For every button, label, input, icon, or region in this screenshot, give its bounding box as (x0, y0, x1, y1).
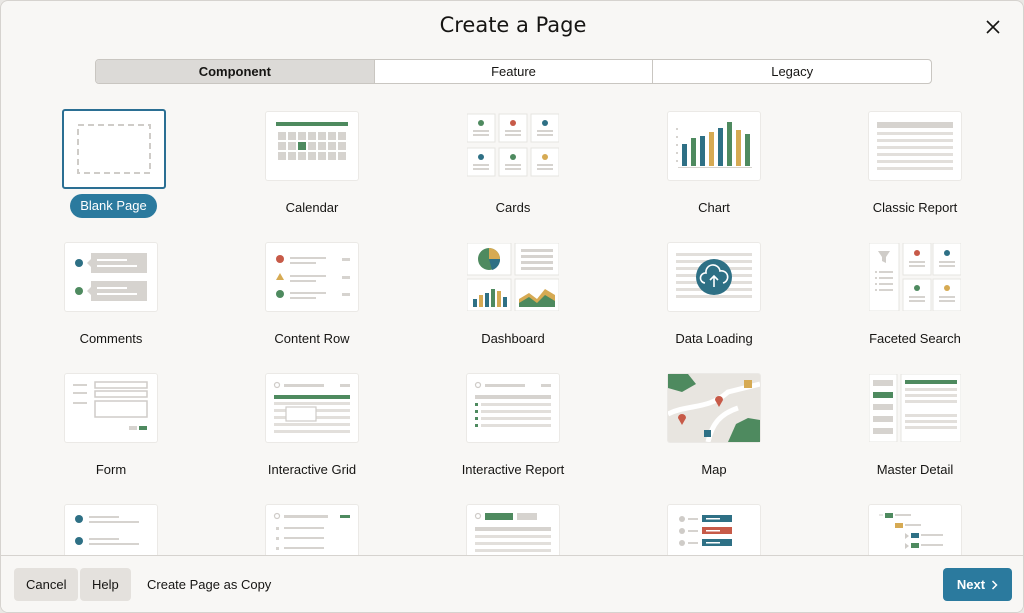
cards-thumbnail (467, 112, 559, 180)
comments-thumbnail (65, 243, 157, 311)
content-row-option[interactable]: Content Row (212, 227, 412, 352)
comments-option[interactable]: Comments (11, 227, 211, 352)
interactive-report-thumbnail (467, 374, 559, 442)
faceted-search-label: Faceted Search (869, 331, 961, 346)
create-page-dialog: Create a Page Component Feature Legacy B… (0, 0, 1024, 613)
help-button[interactable]: Help (80, 568, 131, 601)
close-icon (986, 20, 1000, 34)
row4-thumbnail-1 (65, 505, 157, 555)
row4-thumbnail-3 (467, 505, 559, 555)
tab-legacy[interactable]: Legacy (653, 60, 931, 83)
row4-option-4[interactable] (614, 489, 814, 555)
next-button-label: Next (956, 577, 986, 592)
form-thumbnail (65, 374, 157, 442)
classic-report-label: Classic Report (872, 200, 958, 215)
form-option[interactable]: Form (11, 358, 211, 483)
row4-option-1[interactable] (11, 489, 211, 555)
content-row-thumbnail (266, 243, 358, 311)
data-loading-thumbnail (668, 243, 760, 311)
calendar-label: Calendar (285, 200, 339, 215)
row4-option-5[interactable] (815, 489, 1015, 555)
faceted-search-thumbnail (869, 243, 961, 311)
close-button[interactable] (981, 15, 1005, 39)
data-loading-option[interactable]: Data Loading (614, 227, 814, 352)
row4-thumbnail-2 (266, 505, 358, 555)
interactive-report-label: Interactive Report (461, 462, 565, 477)
row4-thumbnail-5 (869, 505, 961, 555)
master-detail-option[interactable]: Master Detail (815, 358, 1015, 483)
map-label: Map (701, 462, 727, 477)
dialog-footer: Cancel Help Create Page as Copy Next (1, 555, 1023, 612)
blank-page-thumbnail (62, 109, 166, 189)
row4-option-2[interactable] (212, 489, 412, 555)
cards-option[interactable]: Cards (413, 96, 613, 221)
data-loading-label: Data Loading (675, 331, 753, 346)
dialog-title: Create a Page (439, 13, 587, 37)
calendar-thumbnail (266, 112, 358, 180)
map-option[interactable]: Map (614, 358, 814, 483)
classic-report-thumbnail (869, 112, 961, 180)
page-type-tabs: Component Feature Legacy (95, 59, 932, 84)
master-detail-thumbnail (869, 374, 961, 442)
cancel-button[interactable]: Cancel (14, 568, 79, 601)
chart-thumbnail (668, 112, 760, 180)
chart-label: Chart (698, 200, 730, 215)
classic-report-option[interactable]: Classic Report (815, 96, 1015, 221)
blank-page-label: Blank Page (70, 194, 157, 218)
next-button[interactable]: Next (943, 568, 1012, 601)
row4-option-3[interactable] (413, 489, 613, 555)
interactive-grid-option[interactable]: Interactive Grid (212, 358, 412, 483)
create-page-as-copy-button[interactable]: Create Page as Copy (135, 568, 283, 601)
chart-option[interactable]: Chart (614, 96, 814, 221)
calendar-option[interactable]: Calendar (212, 96, 412, 221)
interactive-report-option[interactable]: Interactive Report (413, 358, 613, 483)
dashboard-option[interactable]: Dashboard (413, 227, 613, 352)
form-label: Form (95, 462, 127, 477)
tab-feature[interactable]: Feature (375, 60, 654, 83)
tab-component[interactable]: Component (96, 60, 375, 83)
row4-thumbnail-4 (668, 505, 760, 555)
blank-page-option[interactable]: Blank Page (11, 96, 211, 221)
interactive-grid-label: Interactive Grid (267, 462, 357, 477)
cards-label: Cards (495, 200, 531, 215)
interactive-grid-thumbnail (266, 374, 358, 442)
component-grid: Blank Page Calendar Cards Chart Classic … (1, 96, 1023, 555)
chevron-right-icon (992, 579, 998, 590)
comments-label: Comments (79, 331, 143, 346)
map-thumbnail (668, 374, 760, 442)
content-row-label: Content Row (274, 331, 350, 346)
faceted-search-option[interactable]: Faceted Search (815, 227, 1015, 352)
master-detail-label: Master Detail (876, 462, 954, 477)
dashboard-label: Dashboard (481, 331, 545, 346)
dashboard-thumbnail (467, 243, 559, 311)
